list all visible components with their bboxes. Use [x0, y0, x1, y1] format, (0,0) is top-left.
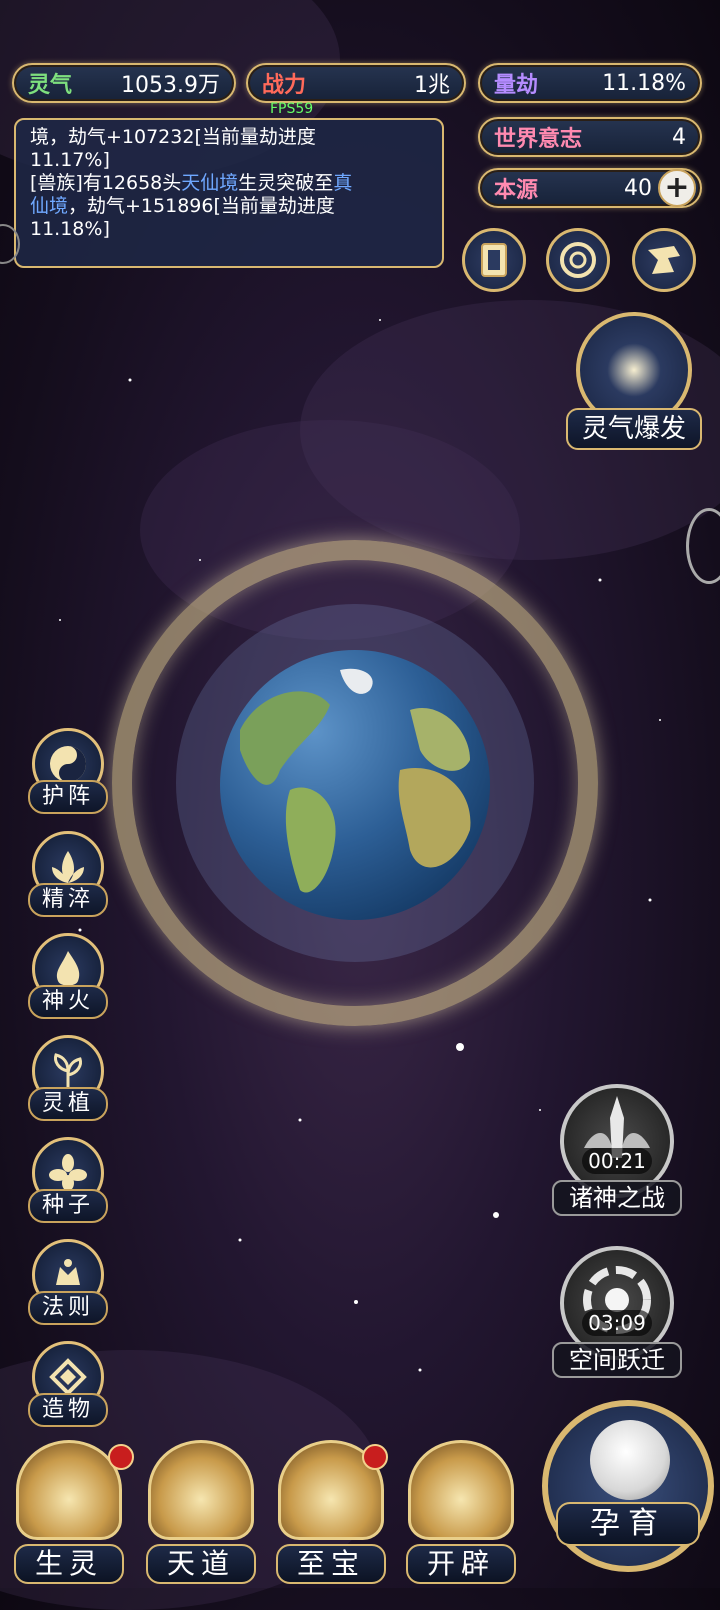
- log-line: 11.17%]: [30, 149, 110, 171]
- lingqi-stat[interactable]: 灵气 1053.9万: [12, 63, 236, 103]
- skill-huzhen-button[interactable]: 护阵: [28, 728, 108, 818]
- vortex-icon[interactable]: [546, 228, 610, 292]
- event-label: 诸神之战: [552, 1180, 682, 1216]
- liangjie-stat[interactable]: 量劫 11.18%: [478, 63, 702, 103]
- zhanli-label: 战力: [262, 73, 307, 98]
- skill-label: 灵植: [28, 1087, 108, 1121]
- nav-tiandao-button[interactable]: 天道: [142, 1440, 260, 1588]
- skill-label: 神火: [28, 985, 108, 1019]
- skill-faze-button[interactable]: 法则: [28, 1239, 108, 1329]
- nav-kaipi-button[interactable]: 开辟: [402, 1440, 520, 1588]
- log-line: 境，劫气+107232[当前量劫进度: [30, 126, 316, 148]
- burst-label: 灵气爆发: [566, 408, 702, 450]
- source-stat[interactable]: 本源 40 +: [478, 168, 702, 208]
- nav-shengling-button[interactable]: 生灵: [10, 1440, 134, 1588]
- notification-badge: [108, 1444, 134, 1470]
- event-timer: 00:21: [582, 1148, 652, 1174]
- skill-zhongzi-button[interactable]: 种子: [28, 1137, 108, 1227]
- skill-shenhuo-button[interactable]: 神火: [28, 933, 108, 1023]
- log-line: 仙境，劫气+151896[当前量劫进度: [30, 195, 335, 217]
- log-line: [兽族]有12658头天仙境生灵突破至真: [30, 172, 353, 194]
- source-value: 40: [624, 175, 652, 201]
- log-line: 11.18%]: [30, 218, 110, 240]
- nav-label: 至宝: [276, 1544, 386, 1584]
- notification-badge: [362, 1444, 388, 1470]
- skill-zaowu-button[interactable]: 造物: [28, 1341, 108, 1431]
- axe-icon: [408, 1440, 514, 1540]
- source-label: 本源: [494, 178, 539, 203]
- zhanli-stat[interactable]: 战力 1兆: [246, 63, 466, 103]
- skill-label: 护阵: [28, 780, 108, 814]
- event-space-jump-button[interactable]: 03:09 空间跃迁: [552, 1246, 682, 1378]
- world-will-stat[interactable]: 世界意志 4: [478, 117, 702, 157]
- world-will-value: 4: [672, 124, 686, 150]
- skill-label: 造物: [28, 1393, 108, 1427]
- lingqi-label: 灵气: [28, 73, 73, 98]
- world-planet[interactable]: [112, 540, 598, 1026]
- lingqi-value: 1053.9万: [121, 73, 220, 98]
- skill-jingcui-button[interactable]: 精淬: [28, 831, 108, 921]
- skill-lingzhi-button[interactable]: 灵植: [28, 1035, 108, 1125]
- world-will-label: 世界意志: [494, 127, 583, 152]
- event-label: 空间跃迁: [552, 1342, 682, 1378]
- planet-globe: [220, 650, 490, 920]
- event-gods-war-button[interactable]: 00:21 诸神之战: [552, 1084, 682, 1216]
- side-expand-handle[interactable]: [686, 508, 720, 584]
- fps-counter: FPS59: [270, 101, 314, 117]
- add-source-button[interactable]: +: [658, 169, 696, 207]
- wave-icon: [148, 1440, 254, 1540]
- event-timer: 03:09: [582, 1310, 652, 1336]
- lingqi-burst-button[interactable]: 灵气爆发: [566, 312, 702, 452]
- nurture-button[interactable]: 孕育: [536, 1400, 720, 1588]
- nav-label: 天道: [146, 1544, 256, 1584]
- liangjie-label: 量劫: [494, 73, 539, 98]
- skill-label: 法则: [28, 1291, 108, 1325]
- nav-label: 开辟: [406, 1544, 516, 1584]
- zhanli-value: 1兆: [414, 73, 450, 98]
- nav-label: 生灵: [14, 1544, 124, 1584]
- skill-label: 种子: [28, 1189, 108, 1223]
- scroll-icon[interactable]: [632, 228, 696, 292]
- nav-zhibao-button[interactable]: 至宝: [272, 1440, 390, 1588]
- nurture-label: 孕育: [556, 1502, 700, 1546]
- embryo-icon: [590, 1420, 670, 1500]
- liangjie-value: 11.18%: [602, 70, 686, 96]
- skill-label: 精淬: [28, 883, 108, 917]
- event-log[interactable]: 境，劫气+107232[当前量劫进度 11.17%] [兽族]有12658头天仙…: [14, 118, 444, 268]
- phoenix-icon: [16, 1440, 122, 1540]
- cards-icon[interactable]: [462, 228, 526, 292]
